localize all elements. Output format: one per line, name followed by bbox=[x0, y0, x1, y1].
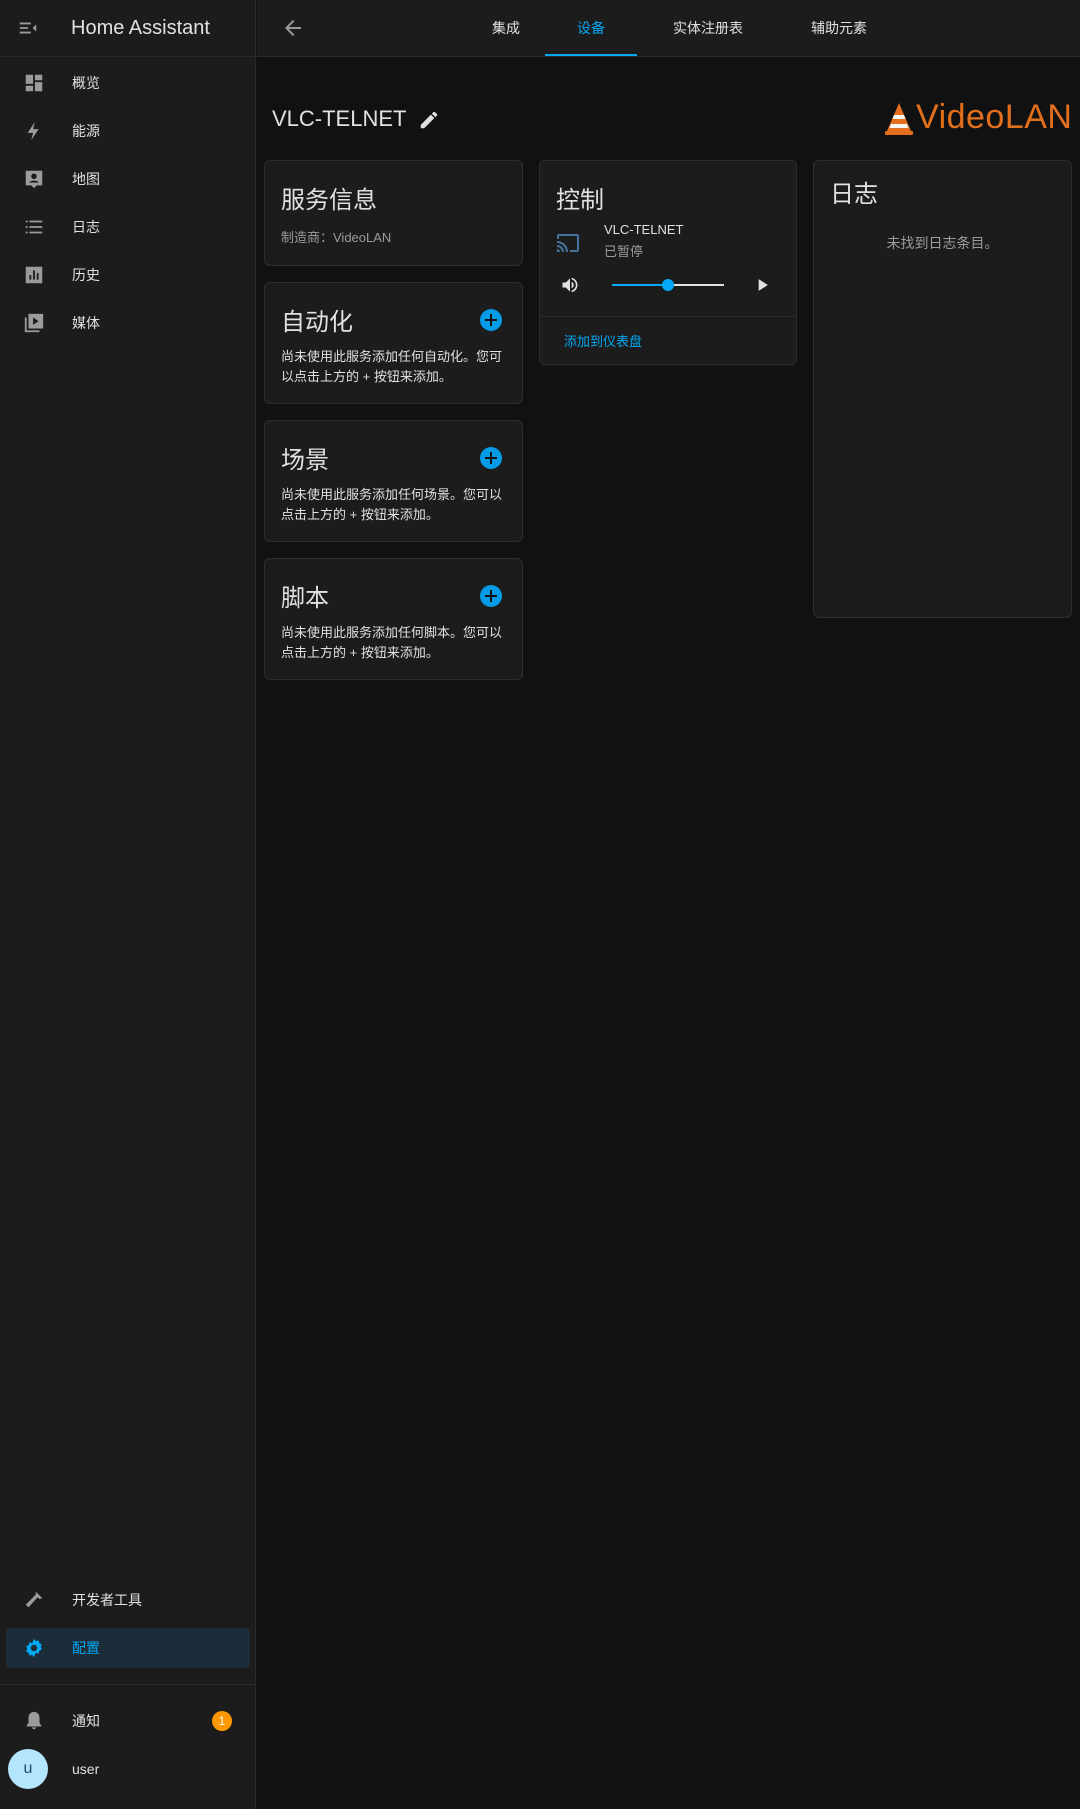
sidebar-item-configuration[interactable]: 配置 bbox=[6, 1628, 250, 1668]
card-title: 服务信息 bbox=[281, 187, 377, 214]
card-divider bbox=[540, 316, 796, 317]
play-icon bbox=[758, 279, 768, 291]
sidebar-item-label: 历史 bbox=[72, 267, 100, 283]
sidebar-item-label: 通知 bbox=[72, 1713, 100, 1729]
service-info-card: 服务信息 制造商：VideoLAN bbox=[264, 160, 523, 266]
sidebar-item-history[interactable]: 历史 bbox=[6, 255, 250, 295]
card-title: 日志 bbox=[830, 181, 878, 208]
cast-icon bbox=[556, 231, 580, 260]
add-automation-button[interactable] bbox=[480, 309, 502, 331]
add-to-dashboard-button[interactable]: 添加到仪表盘 bbox=[564, 331, 642, 350]
add-scene-button[interactable] bbox=[480, 447, 502, 469]
rename-device-button[interactable] bbox=[418, 109, 440, 136]
hammer-icon bbox=[14, 1589, 54, 1611]
cog-icon bbox=[14, 1637, 54, 1659]
automation-card: 自动化 尚未使用此服务添加任何自动化。您可以点击上方的 + 按钮来添加。 bbox=[264, 282, 523, 404]
plus-icon bbox=[485, 590, 497, 602]
empty-state-text: 尚未使用此服务添加任何自动化。您可以点击上方的 + 按钮来添加。 bbox=[281, 349, 503, 384]
sidebar-item-label: 能源 bbox=[72, 123, 100, 139]
vlc-cone-icon bbox=[885, 102, 913, 135]
format-list-icon bbox=[14, 216, 54, 238]
tab-label: 设备 bbox=[577, 20, 605, 36]
control-card: 控制 VLC-TELNET 已暂停 添加到仪表盘 bbox=[539, 160, 797, 365]
volume-high-icon bbox=[562, 277, 578, 293]
scene-card: 场景 尚未使用此服务添加任何场景。您可以点击上方的 + 按钮来添加。 bbox=[264, 420, 523, 542]
top-bar: 集成 设备 实体注册表 辅助元素 bbox=[257, 0, 1080, 57]
sidebar-item-label: 媒体 bbox=[72, 315, 100, 331]
empty-state-text: 尚未使用此服务添加任何场景。您可以点击上方的 + 按钮来添加。 bbox=[281, 487, 503, 522]
avatar-wrap: u bbox=[8, 1749, 48, 1789]
sidebar-item-label: 配置 bbox=[72, 1640, 100, 1656]
sidebar-item-map[interactable]: 地图 bbox=[6, 159, 250, 199]
volume-mute-button[interactable] bbox=[560, 275, 580, 300]
logbook-empty-text: 未找到日志条目。 bbox=[886, 235, 999, 251]
tab-label: 实体注册表 bbox=[673, 20, 743, 36]
arrow-left-icon bbox=[285, 20, 301, 36]
media-state-text: 已暂停 bbox=[604, 244, 644, 259]
card-title: 脚本 bbox=[281, 585, 329, 612]
empty-state-text: 尚未使用此服务添加任何脚本。您可以点击上方的 + 按钮来添加。 bbox=[281, 625, 503, 660]
sidebar-item-user[interactable]: u user bbox=[6, 1749, 250, 1789]
sidebar-item-overview[interactable]: 概览 bbox=[6, 63, 250, 103]
volume-slider-thumb[interactable] bbox=[662, 279, 674, 291]
card-title: 控制 bbox=[556, 187, 604, 214]
device-name-heading: VLC-TELNET bbox=[272, 106, 407, 131]
logbook-card: 日志 未找到日志条目。 bbox=[813, 160, 1072, 618]
user-name: user bbox=[72, 1761, 100, 1777]
plus-icon bbox=[485, 314, 497, 326]
script-card: 脚本 尚未使用此服务添加任何脚本。您可以点击上方的 + 按钮来添加。 bbox=[264, 558, 523, 680]
sidebar-header: Home Assistant bbox=[0, 0, 255, 57]
back-button[interactable] bbox=[281, 16, 305, 45]
sidebar-divider bbox=[0, 1684, 256, 1685]
tab-integrations[interactable]: 集成 bbox=[475, 0, 537, 56]
tab-helpers[interactable]: 辅助元素 bbox=[784, 0, 894, 56]
card-title: 自动化 bbox=[281, 309, 353, 336]
sidebar-item-media[interactable]: 媒体 bbox=[6, 303, 250, 343]
bell-icon bbox=[14, 1710, 54, 1732]
sidebar-item-label: 开发者工具 bbox=[72, 1592, 142, 1608]
chart-box-icon bbox=[14, 264, 54, 286]
manufacturer-text: 制造商：VideoLAN bbox=[281, 230, 392, 245]
lightning-icon bbox=[14, 120, 54, 142]
notification-count-badge: 1 bbox=[212, 1711, 232, 1731]
media-entity-name[interactable]: VLC-TELNET bbox=[604, 222, 683, 237]
card-title: 场景 bbox=[281, 447, 329, 474]
play-box-multiple-icon bbox=[14, 312, 54, 334]
volume-slider-fill bbox=[612, 284, 668, 286]
brand-name: VideoLAN bbox=[916, 98, 1073, 136]
sidebar-item-label: 概览 bbox=[72, 75, 100, 91]
tab-label: 辅助元素 bbox=[811, 20, 867, 36]
brand-logo: VideoLAN bbox=[884, 98, 1073, 137]
dashboard-icon bbox=[14, 72, 54, 94]
tab-devices[interactable]: 设备 bbox=[545, 0, 637, 56]
avatar: u bbox=[8, 1749, 48, 1789]
add-script-button[interactable] bbox=[480, 585, 502, 607]
volume-slider[interactable] bbox=[612, 273, 724, 297]
app-title: Home Assistant bbox=[71, 16, 210, 39]
play-button[interactable] bbox=[752, 275, 772, 300]
tab-label: 集成 bbox=[492, 20, 520, 36]
sidebar: Home Assistant 概览 能源 地图 日志 历史 媒体 开发者工具 配… bbox=[0, 0, 256, 1809]
pencil-icon bbox=[420, 111, 438, 129]
sidebar-item-logbook[interactable]: 日志 bbox=[6, 207, 250, 247]
plus-icon bbox=[485, 452, 497, 464]
menu-collapse-icon bbox=[19, 22, 37, 34]
tab-entity-registry[interactable]: 实体注册表 bbox=[648, 0, 768, 56]
sidebar-item-energy[interactable]: 能源 bbox=[6, 111, 250, 151]
map-account-icon bbox=[14, 168, 54, 190]
sidebar-item-label: 日志 bbox=[72, 219, 100, 235]
sidebar-item-developer-tools[interactable]: 开发者工具 bbox=[6, 1580, 250, 1620]
sidebar-item-notifications[interactable]: 通知 1 bbox=[6, 1701, 250, 1741]
sidebar-item-label: 地图 bbox=[72, 171, 100, 187]
menu-toggle-button[interactable] bbox=[0, 0, 56, 56]
